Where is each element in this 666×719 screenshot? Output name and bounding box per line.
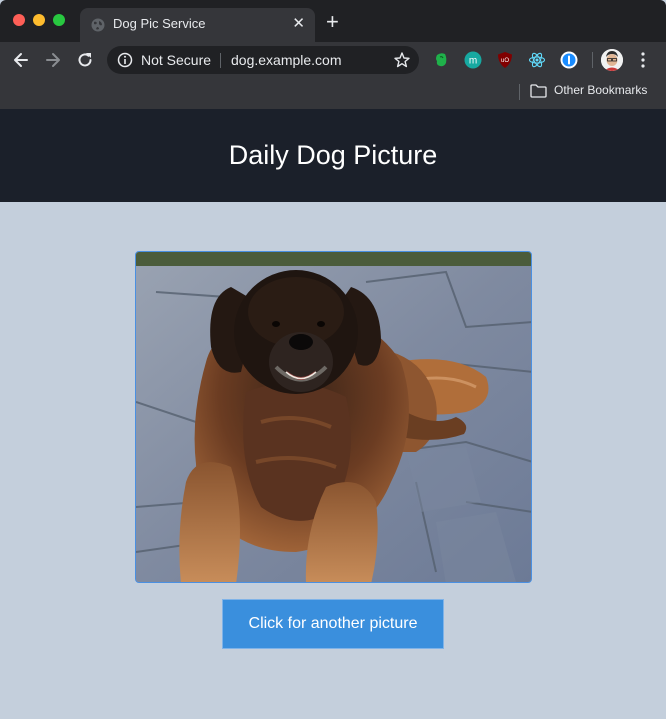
menu-dots-icon[interactable] <box>640 51 646 69</box>
browser-toolbar: Not Secure dog.example.com m uO <box>0 42 666 78</box>
reload-icon[interactable] <box>75 50 95 70</box>
close-window-button[interactable] <box>13 14 25 26</box>
address-bar[interactable]: Not Secure dog.example.com <box>107 46 419 74</box>
tab-title: Dog Pic Service <box>113 16 206 31</box>
onepassword-icon[interactable] <box>560 51 578 69</box>
info-icon[interactable] <box>117 52 133 68</box>
bookmarks-bar: Other Bookmarks <box>0 78 666 109</box>
url-text[interactable]: dog.example.com <box>231 52 342 68</box>
maximize-window-button[interactable] <box>53 14 65 26</box>
page-header: Daily Dog Picture <box>0 109 666 202</box>
omnibox-divider <box>220 53 221 68</box>
svg-text:uO: uO <box>501 58 509 64</box>
toolbar-divider <box>592 52 593 68</box>
bookmark-star-icon[interactable] <box>393 51 411 69</box>
new-tab-button[interactable]: + <box>326 11 339 33</box>
folder-icon[interactable] <box>530 84 547 98</box>
browser-window: Dog Pic Service ✕ + Not Secure dog.examp… <box>0 0 666 719</box>
profile-avatar[interactable] <box>601 49 623 71</box>
close-tab-icon[interactable]: ✕ <box>292 16 305 32</box>
dog-photo-illustration <box>136 252 531 582</box>
tab-dog-pic-service[interactable]: Dog Pic Service ✕ <box>80 8 315 42</box>
page-title: Daily Dog Picture <box>228 140 438 170</box>
globe-icon <box>91 18 105 32</box>
other-bookmarks-link[interactable]: Other Bookmarks <box>554 83 647 97</box>
another-picture-button[interactable]: Click for another picture <box>222 599 444 649</box>
svg-text:m: m <box>469 56 477 67</box>
minimize-window-button[interactable] <box>33 14 45 26</box>
avatar-face-icon <box>601 49 623 71</box>
tab-strip: Dog Pic Service ✕ + <box>0 0 666 42</box>
security-status: Not Secure <box>141 52 212 68</box>
react-devtools-icon[interactable] <box>528 51 546 69</box>
evernote-icon[interactable] <box>432 51 450 69</box>
back-arrow-icon[interactable] <box>11 50 31 70</box>
dog-photo <box>135 251 532 583</box>
forward-arrow-icon[interactable] <box>43 50 63 70</box>
ublock-icon[interactable]: uO <box>496 51 514 69</box>
m-extension-icon[interactable]: m <box>464 51 482 69</box>
bookmarks-divider <box>519 84 520 100</box>
